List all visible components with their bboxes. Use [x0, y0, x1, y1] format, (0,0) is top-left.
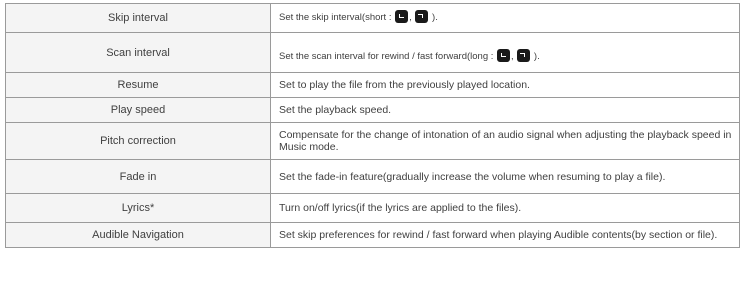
description-text-end: ). [429, 12, 438, 24]
setting-name: Lyrics* [5, 193, 271, 223]
setting-description: Turn on/off lyrics(if the lyrics are app… [270, 193, 740, 223]
description-text-end: ). [531, 51, 540, 62]
setting-name: Skip interval [5, 3, 271, 33]
setting-description: Set the scan interval for rewind / fast … [270, 32, 740, 73]
setting-name: Pitch correction [5, 122, 271, 160]
setting-description: Set the playback speed. [270, 97, 740, 123]
setting-description: Set the skip interval(short : , ). [270, 3, 740, 33]
table-row: Play speed Set the playback speed. [5, 97, 740, 123]
table-row: Skip interval Set the skip interval(shor… [5, 3, 740, 33]
setting-name: Fade in [5, 159, 271, 194]
table-row: Pitch correction Compensate for the chan… [5, 122, 740, 160]
table-row: Resume Set to play the file from the pre… [5, 72, 740, 98]
setting-name: Play speed [5, 97, 271, 123]
previous-key-icon [497, 48, 511, 62]
setting-description: Set the fade-in feature(gradually increa… [270, 159, 740, 194]
setting-name: Audible Navigation [5, 222, 271, 248]
description-separator: , [511, 51, 517, 62]
setting-description: Set to play the file from the previously… [270, 72, 740, 98]
next-key-icon [517, 48, 531, 62]
table-row: Fade in Set the fade-in feature(graduall… [5, 159, 740, 194]
settings-table: Skip interval Set the skip interval(shor… [5, 3, 740, 248]
setting-name: Resume [5, 72, 271, 98]
table-row: Lyrics* Turn on/off lyrics(if the lyrics… [5, 193, 740, 223]
description-separator: , [409, 12, 415, 24]
setting-name: Scan interval [5, 32, 271, 73]
description-text: Set the skip interval(short : [279, 12, 395, 24]
description-text: Set the scan interval for rewind / fast … [279, 51, 497, 62]
setting-description: Compensate for the change of intonation … [270, 122, 740, 160]
table-row: Scan interval Set the scan interval for … [5, 32, 740, 73]
previous-key-icon [395, 10, 409, 24]
table-row: Audible Navigation Set skip preferences … [5, 222, 740, 248]
setting-description: Set skip preferences for rewind / fast f… [270, 222, 740, 248]
next-key-icon [415, 10, 429, 24]
